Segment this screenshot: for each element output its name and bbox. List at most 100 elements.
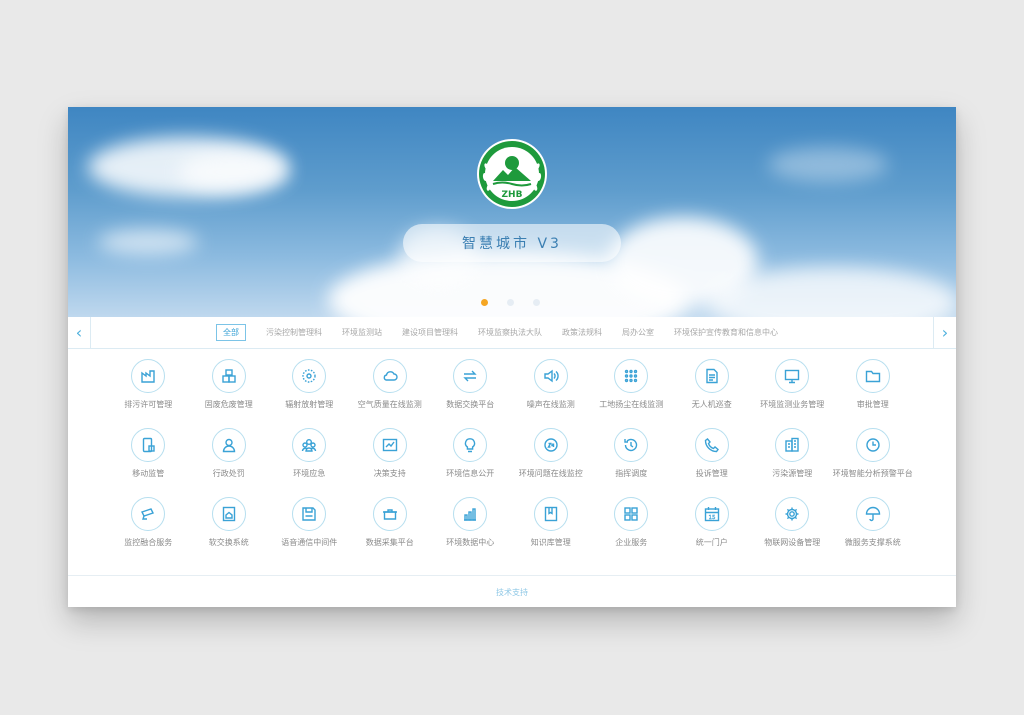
app-tile[interactable]: 企业服务 <box>591 497 672 566</box>
cloud-icon <box>372 359 407 393</box>
app-label: 软交换系统 <box>208 538 249 547</box>
app-window: ZHB 智慧城市 V3 ‹ 全部 污染控制管理科 环境监测站 建设项目管理科 环境监察执… <box>68 107 956 607</box>
gear-icon <box>775 497 810 531</box>
app-tile[interactable]: 辐射放射管理 <box>269 359 350 428</box>
app-tile[interactable]: 工地扬尘在线监测 <box>591 359 672 428</box>
app-label: 环境智能分析预警平台 <box>832 469 913 478</box>
chevron-left-icon[interactable]: ‹ <box>68 317 91 348</box>
app-tile[interactable]: 指挥调度 <box>591 428 672 497</box>
user-icon <box>211 428 246 462</box>
app-tile[interactable]: 15 统一门户 <box>672 497 753 566</box>
app-tile[interactable]: 物联网设备管理 <box>752 497 833 566</box>
24h-icon <box>533 428 568 462</box>
app-tile[interactable]: 环境应急 <box>269 428 350 497</box>
tab-item[interactable]: 环境监测站 <box>342 327 382 338</box>
app-tile[interactable]: 固废危废管理 <box>189 359 270 428</box>
banner-carousel: ZHB 智慧城市 V3 <box>68 107 956 317</box>
app-tile[interactable]: 知识库管理 <box>511 497 592 566</box>
app-tile[interactable]: 移动监管 <box>108 428 189 497</box>
app-label: 辐射放射管理 <box>285 400 334 409</box>
app-label: 污染源管理 <box>772 469 813 478</box>
app-label: 投诉管理 <box>695 469 728 478</box>
app-tile[interactable]: 空气质量在线监测 <box>350 359 431 428</box>
calendar-icon: 15 <box>694 497 729 531</box>
radiation-icon <box>292 359 327 393</box>
tab-item[interactable]: 建设项目管理科 <box>402 327 458 338</box>
app-tile[interactable]: 排污许可管理 <box>108 359 189 428</box>
footer: 技术支持 <box>68 575 956 607</box>
building-icon <box>775 428 810 462</box>
app-label: 统一门户 <box>695 538 728 547</box>
svg-text:15: 15 <box>708 515 715 521</box>
tab-item[interactable]: 环境监察执法大队 <box>478 327 542 338</box>
tab-item[interactable]: 局办公室 <box>622 327 654 338</box>
app-tile[interactable]: 数据交换平台 <box>430 359 511 428</box>
camera-icon <box>131 497 166 531</box>
tab-item[interactable]: 政策法规科 <box>562 327 602 338</box>
app-tile[interactable]: 软交换系统 <box>189 497 270 566</box>
app-label: 环境问题在线监控 <box>518 469 583 478</box>
bar-chart-icon <box>453 497 488 531</box>
app-tile[interactable]: 环境智能分析预警平台 <box>833 428 914 497</box>
app-tile[interactable]: 环境问题在线监控 <box>511 428 592 497</box>
factory-icon <box>131 359 166 393</box>
folder-icon <box>855 359 890 393</box>
tab-item[interactable]: 污染控制管理科 <box>266 327 322 338</box>
app-tile[interactable]: 环境数据中心 <box>430 497 511 566</box>
app-tile[interactable]: 污染源管理 <box>752 428 833 497</box>
app-label: 指挥调度 <box>615 469 648 478</box>
app-tile[interactable]: 无人机巡查 <box>672 359 753 428</box>
speaker-icon <box>533 359 568 393</box>
app-tile[interactable]: 数据采集平台 <box>350 497 431 566</box>
system-title: 智慧城市 V3 <box>403 224 621 262</box>
app-label: 无人机巡查 <box>691 400 732 409</box>
app-label: 环境监测业务管理 <box>760 400 825 409</box>
app-tile[interactable]: 行政处罚 <box>189 428 270 497</box>
tech-support-link[interactable]: 技术支持 <box>496 587 528 598</box>
app-label: 环境应急 <box>293 469 326 478</box>
app-tile[interactable]: 环境监测业务管理 <box>752 359 833 428</box>
chevron-right-icon[interactable]: › <box>933 317 956 348</box>
app-label: 排污许可管理 <box>124 400 173 409</box>
clock-icon <box>855 428 890 462</box>
history-icon <box>614 428 649 462</box>
app-tile[interactable]: 语音通信中间件 <box>269 497 350 566</box>
app-tile[interactable]: 环境信息公开 <box>430 428 511 497</box>
app-label: 审批管理 <box>856 400 889 409</box>
app-tile[interactable]: 审批管理 <box>833 359 914 428</box>
category-tab-bar: ‹ 全部 污染控制管理科 环境监测站 建设项目管理科 环境监察执法大队 政策法规科 局办公室… <box>68 317 956 349</box>
app-tile[interactable]: 微服务支撑系统 <box>833 497 914 566</box>
lightbulb-icon <box>453 428 488 462</box>
pot-icon <box>372 497 407 531</box>
app-tile[interactable]: 监控融合服务 <box>108 497 189 566</box>
app-label: 数据交换平台 <box>446 400 495 409</box>
tab-item[interactable]: 环境保护宣传教育和信息中心 <box>674 327 778 338</box>
app-label: 固废危废管理 <box>204 400 253 409</box>
app-tile[interactable]: 决策支持 <box>350 428 431 497</box>
app-label: 空气质量在线监测 <box>357 400 422 409</box>
tab-active[interactable]: 全部 <box>216 324 246 341</box>
carousel-dot[interactable] <box>533 299 540 306</box>
phone-icon <box>694 428 729 462</box>
app-label: 语音通信中间件 <box>281 538 338 547</box>
app-label: 环境数据中心 <box>446 538 495 547</box>
carousel-dot[interactable] <box>481 299 488 306</box>
boxes-icon <box>211 359 246 393</box>
app-label: 数据采集平台 <box>365 538 414 547</box>
floppy-icon <box>292 497 327 531</box>
zhb-logo: ZHB <box>477 139 547 209</box>
app-label: 移动监管 <box>132 469 165 478</box>
app-label: 监控融合服务 <box>124 538 173 547</box>
umbrella-icon <box>855 497 890 531</box>
app-tile[interactable]: 噪声在线监测 <box>511 359 592 428</box>
house-doc-icon <box>211 497 246 531</box>
book-icon <box>533 497 568 531</box>
app-tile[interactable]: 投诉管理 <box>672 428 753 497</box>
exchange-icon <box>453 359 488 393</box>
logo-text: ZHB <box>502 190 523 200</box>
app-label: 企业服务 <box>615 538 648 547</box>
carousel-dot[interactable] <box>507 299 514 306</box>
app-label: 工地扬尘在线监测 <box>599 400 664 409</box>
app-label: 行政处罚 <box>212 469 245 478</box>
app-grid: 排污许可管理 固废危废管理 辐射放射管理 空气质量在线监测 数据交换平台 噪声在线监测 工地… <box>108 359 928 566</box>
